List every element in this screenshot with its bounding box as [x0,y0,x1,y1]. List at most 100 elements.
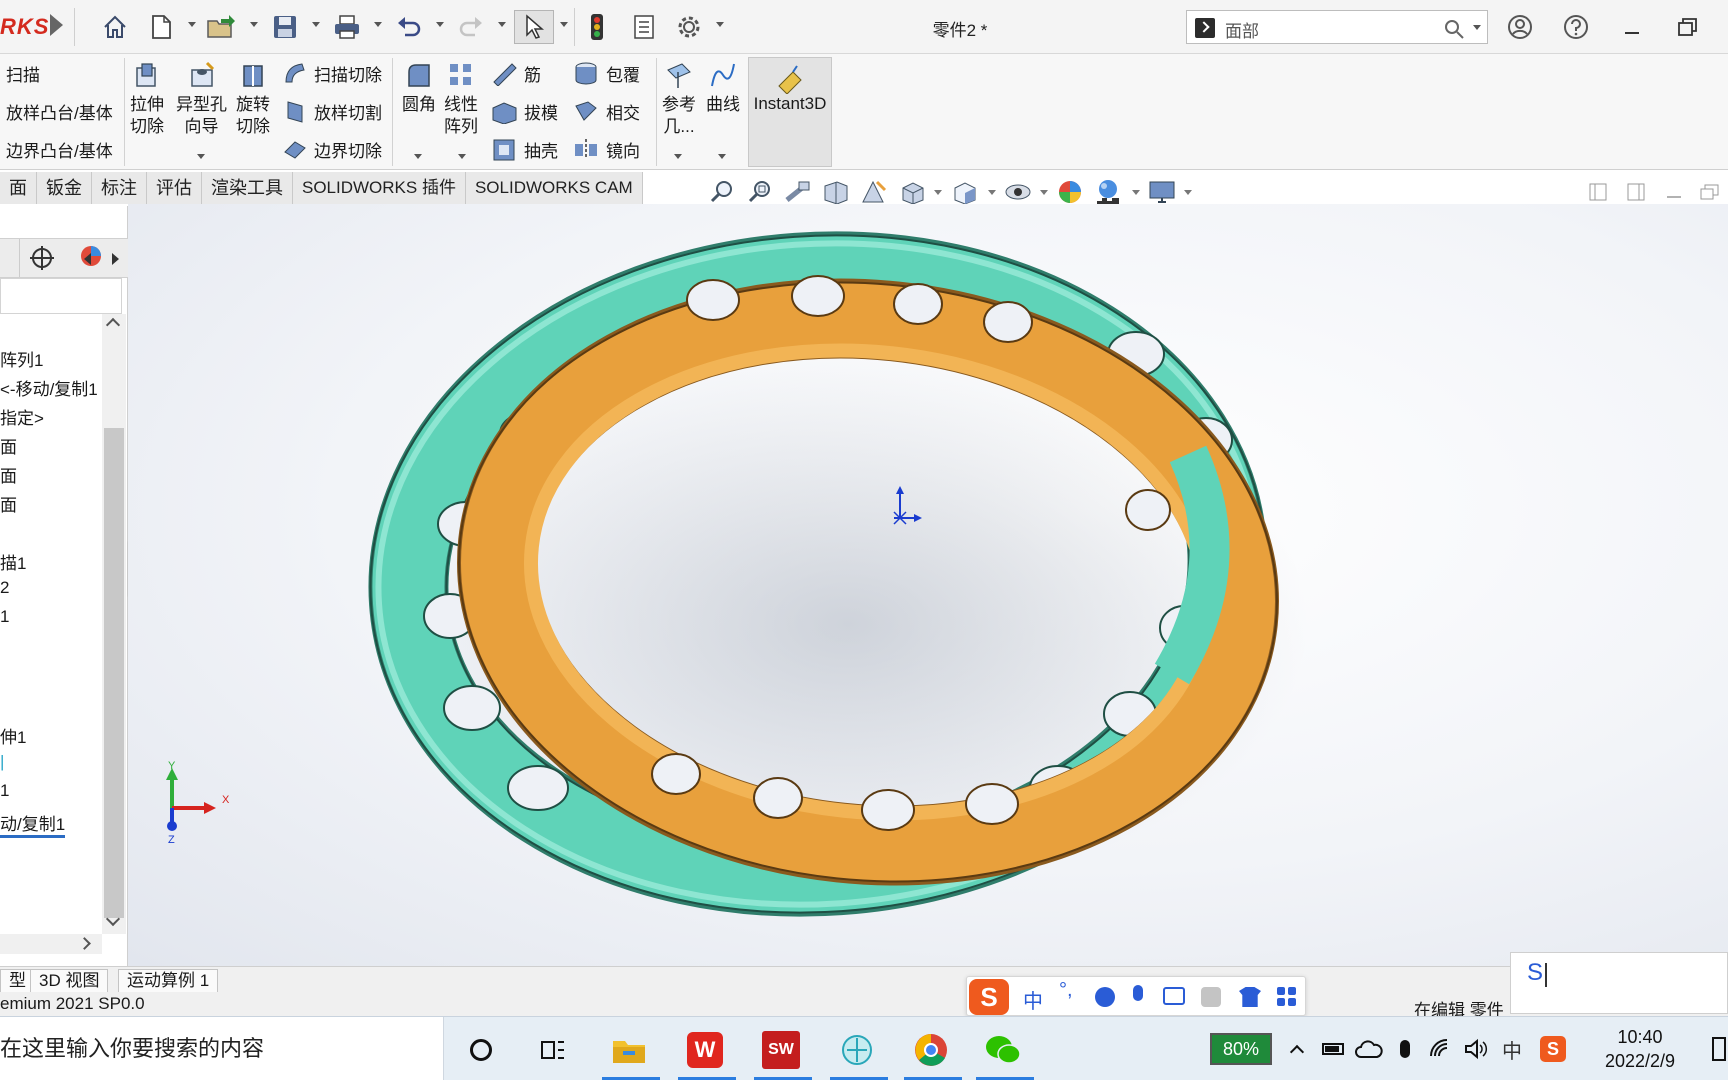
show-hidden-icons-chevron-icon[interactable] [1284,1017,1310,1080]
sogou-logo-icon[interactable]: S [969,979,1009,1015]
reference-geometry-dropdown-icon[interactable] [674,154,682,159]
tree-item[interactable]: 2 [0,578,9,598]
solidworks-taskbar-icon[interactable]: SW [750,1025,812,1075]
tray-ime-indicator[interactable]: 中 [1498,1017,1526,1080]
redo-dropdown-icon[interactable] [498,22,506,27]
tab-motion-study[interactable]: 运动算例 1 [118,969,219,993]
ime-emoji-icon[interactable] [1095,987,1115,1007]
search-icon[interactable] [1443,18,1465,40]
model-graphics[interactable] [128,204,1728,966]
ime-punctuation-icon[interactable]: °, [1059,979,1073,1002]
scrollbar-thumb[interactable] [104,428,124,918]
scroll-up-icon[interactable] [105,317,121,333]
cortana-icon[interactable] [450,1025,512,1075]
tab-dimxpert-icon[interactable] [22,241,62,275]
draft-button[interactable]: 拔模 [490,92,558,130]
reference-geometry-button[interactable]: 参考 几... [662,60,696,138]
ime-user-icon[interactable] [1201,987,1221,1007]
onedrive-cloud-icon[interactable] [1352,1017,1386,1080]
sweep-boss-button[interactable]: 扫描 [6,54,113,92]
microphone-icon[interactable] [1392,1017,1418,1080]
boundary-boss-button[interactable]: 边界凸台/基体 [6,130,113,168]
tree-item[interactable]: 1 [0,607,9,627]
hole-wizard-dropdown-icon[interactable] [197,154,205,159]
tabs-scroll-right-icon[interactable] [112,253,119,265]
wechat-icon[interactable] [972,1025,1034,1075]
fillet-button[interactable]: 圆角 [402,60,436,116]
lofted-cut-button[interactable]: 放样切割 [282,92,382,130]
intersect-button[interactable]: 相交 [572,92,640,130]
mirror-button[interactable]: 镜向 [572,130,640,168]
undo-icon[interactable] [392,10,426,44]
tree-item[interactable]: 1 [0,781,9,801]
tab-surface[interactable]: 面 [0,172,37,204]
tab-display-manager-icon[interactable] [78,243,106,273]
save-icon[interactable] [268,10,302,44]
select-pointer-icon[interactable] [514,10,554,44]
help-icon[interactable] [1560,12,1592,42]
new-document-icon[interactable] [144,10,178,44]
shell-button[interactable]: 抽壳 [490,130,558,168]
rib-button[interactable]: 筋 [490,54,558,92]
redo-icon[interactable] [454,10,488,44]
select-dropdown-icon[interactable] [560,22,568,27]
tree-item-selected[interactable]: 动/复制1 [0,810,66,838]
undo-dropdown-icon[interactable] [436,22,444,27]
fillet-dropdown-icon[interactable] [414,154,422,159]
menu-expand-arrow-icon[interactable] [50,14,63,36]
print-icon[interactable] [330,10,364,44]
user-account-icon[interactable] [1504,12,1536,42]
file-properties-icon[interactable] [627,10,661,44]
tab-solidworks-cam[interactable]: SOLIDWORKS CAM [465,172,643,204]
tab-3d-view[interactable]: 3D 视图 [30,969,109,993]
tab-feature-tree[interactable] [0,239,20,277]
print-dropdown-icon[interactable] [374,22,382,27]
hole-wizard-button[interactable]: 异型孔 向导 [176,60,227,138]
graphics-viewport[interactable]: Y X Z [128,204,1728,966]
scroll-right-icon[interactable] [78,937,91,950]
minimize-icon[interactable] [1616,12,1648,42]
search-dropdown-icon[interactable] [1473,25,1481,30]
pattern-dropdown-icon[interactable] [458,154,466,159]
options-gear-icon[interactable] [672,10,706,44]
ime-voice-icon[interactable] [1133,985,1143,1001]
revolve-cut-button[interactable]: 旋转 切除 [236,60,270,138]
volume-icon[interactable] [1460,1017,1492,1080]
tree-item[interactable]: 描1 [0,549,26,574]
apply-scene-dropdown-icon[interactable] [1132,190,1140,195]
tree-item[interactable]: | [0,752,4,772]
linear-pattern-button[interactable]: 线性 阵列 [444,60,478,138]
tree-horizontal-scrollbar[interactable] [0,934,102,954]
tree-item[interactable]: <-移动/复制1 [0,375,98,400]
tree-item[interactable]: 指定> [0,404,44,429]
curves-dropdown-icon[interactable] [718,154,726,159]
view-settings-dropdown-icon[interactable] [1184,190,1192,195]
file-explorer-icon[interactable] [598,1025,660,1075]
open-dropdown-icon[interactable] [250,22,258,27]
tab-markup[interactable]: 标注 [92,172,147,204]
display-style-dropdown-icon[interactable] [988,190,996,195]
tab-sheet-metal[interactable]: 钣金 [37,172,92,204]
ime-skin-icon[interactable] [1239,987,1261,1007]
curves-button[interactable]: 曲线 [706,60,740,116]
tabs-scroll-left-icon[interactable] [84,253,91,265]
boundary-cut-button[interactable]: 边界切除 [282,130,382,168]
tree-filter-input[interactable] [0,278,122,314]
tree-vertical-scrollbar[interactable] [102,314,126,934]
wrap-button[interactable]: 包覆 [572,54,640,92]
ime-keyboard-icon[interactable] [1163,987,1185,1005]
loft-boss-button[interactable]: 放样凸台/基体 [6,92,113,130]
notification-center-icon[interactable] [1712,1037,1726,1061]
wifi-icon[interactable] [1424,1017,1458,1080]
save-dropdown-icon[interactable] [312,22,320,27]
ime-composition-window[interactable]: S [1510,952,1728,1014]
tab-solidworks-addins[interactable]: SOLIDWORKS 插件 [293,172,466,204]
open-folder-icon[interactable] [204,10,238,44]
swept-cut-button[interactable]: 扫描切除 [282,54,382,92]
network-app-icon[interactable] [826,1025,888,1075]
ime-toolbox-icon[interactable] [1277,987,1297,1007]
instant3d-button[interactable]: Instant3D [748,57,832,167]
tab-evaluate[interactable]: 评估 [147,172,202,204]
restore-window-icon[interactable] [1672,12,1704,42]
new-dropdown-icon[interactable] [188,22,196,27]
